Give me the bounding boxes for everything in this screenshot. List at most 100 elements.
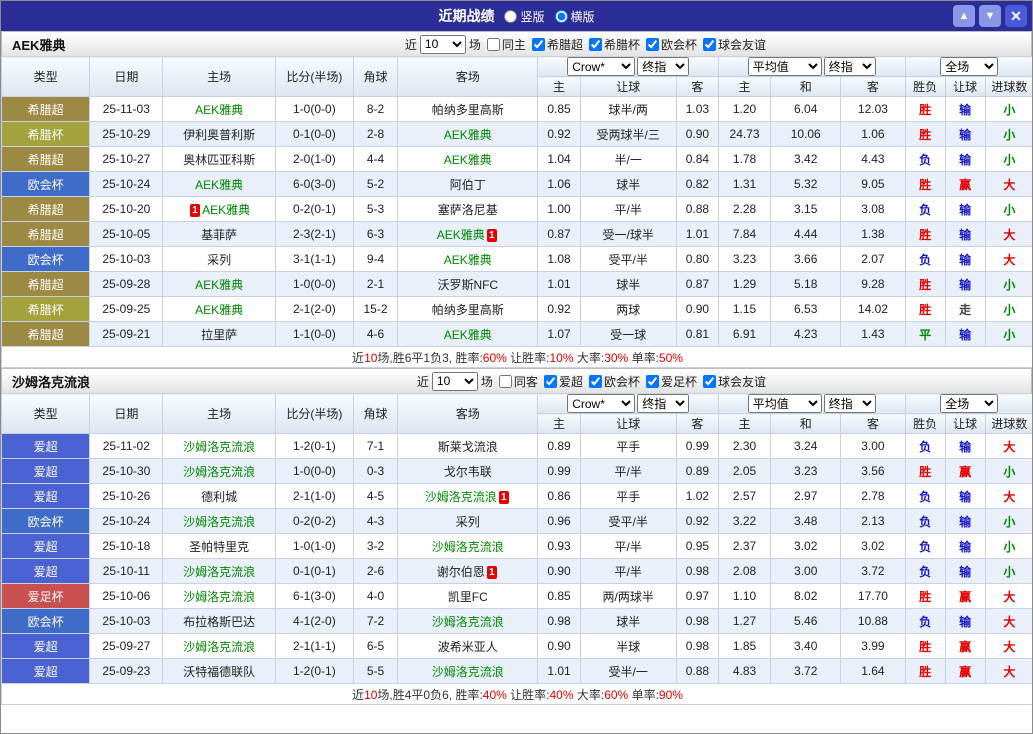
match-row: 希腊超 25-11-03 AEK雅典 1-0(0-0) 8-2 帕纳多里高斯 0.85 球半/… <box>1 96 1032 122</box>
odds-away: 0.98 <box>675 558 719 584</box>
match-row: 欧会杯 25-10-03 布拉格斯巴达 4-1(2-0) 7-2 沙姆洛克流浪 0.98 球半… <box>1 608 1032 634</box>
col-header-main-2: 主场 <box>162 393 276 434</box>
match-count-select[interactable]: 10 <box>431 371 478 391</box>
league-filter-2[interactable]: 欧会杯 <box>642 36 697 53</box>
match-date: 25-10-03 <box>89 246 164 272</box>
league-badge: 爱超 <box>1 458 91 484</box>
odds-home: 1.01 <box>537 271 581 297</box>
result-winloss: 胜 <box>904 458 946 484</box>
team-name: 德利城 <box>201 489 238 504</box>
layout-radio-horizontal[interactable]: 横版 <box>554 8 595 25</box>
match-date: 25-10-18 <box>89 533 164 559</box>
col-header-avg-2: 客 <box>840 76 906 97</box>
match-count-select[interactable]: 10 <box>419 34 466 54</box>
avg-home: 1.78 <box>717 146 772 172</box>
result-winloss: 胜 <box>904 121 946 147</box>
odds-away: 0.98 <box>675 633 719 659</box>
result-winloss: 胜 <box>904 633 946 659</box>
odds-away: 0.99 <box>675 433 719 459</box>
same-venue-filter[interactable]: 同主 <box>483 36 526 53</box>
avg-home: 1.29 <box>717 271 772 297</box>
league-filter-2[interactable]: 爱足杯 <box>642 373 697 390</box>
avg-selects-cell: 平均值 终指 <box>717 56 906 77</box>
score-cell: 6-1(3-0) <box>274 583 354 609</box>
league-filter-0-checkbox[interactable] <box>531 37 545 51</box>
scope-select[interactable]: 全场 <box>940 394 999 413</box>
odds-home: 1.07 <box>537 321 581 347</box>
team-name: 戈尔韦联 <box>443 464 492 479</box>
average-select[interactable]: 平均值 <box>747 394 822 413</box>
down-arrow-icon: ▼ <box>984 10 996 22</box>
layout-radio-vertical[interactable]: 竖版 <box>504 8 545 25</box>
result-winloss: 负 <box>904 483 946 509</box>
league-filter-0-checkbox[interactable] <box>543 374 557 388</box>
final-odds-select[interactable]: 终指 <box>637 394 690 413</box>
league-filter-2-checkbox[interactable] <box>645 374 659 388</box>
bookmaker-select[interactable]: Crow* <box>567 57 636 76</box>
odds-away: 1.01 <box>675 221 719 247</box>
col-header-odds-1: 让球 <box>579 413 677 434</box>
close-button[interactable]: ✕ <box>1005 5 1027 27</box>
same-venue-filter[interactable]: 同客 <box>495 373 538 390</box>
corner-cell: 8-2 <box>352 96 399 122</box>
result-handicap: 赢 <box>944 633 986 659</box>
result-handicap: 输 <box>944 246 986 272</box>
avg-away: 1.64 <box>840 658 906 684</box>
match-row: 欧会杯 25-10-24 AEK雅典 6-0(3-0) 5-2 阿伯丁 1.06 球半 0.82… <box>1 171 1032 197</box>
odds-selects-cell: Crow* 终指 <box>537 393 719 414</box>
same-venue-filter-checkbox[interactable] <box>498 374 512 388</box>
layout-radio-vertical-input[interactable] <box>504 9 518 23</box>
scroll-up-button[interactable]: ▲ <box>953 5 975 27</box>
layout-radio-horizontal-input[interactable] <box>554 9 568 23</box>
col-header-avg-2: 客 <box>840 413 906 434</box>
league-filter-1[interactable]: 希腊杯 <box>585 36 640 53</box>
league-filter-1-checkbox[interactable] <box>588 37 602 51</box>
team-sections: AEK雅典近 10 场同主 希腊超 希腊杯 欧会杯 球会友谊 类型 日期 主场 比分(半场) 角球 客场… <box>1 31 1032 705</box>
away-team-cell: AEK雅典 <box>397 246 539 272</box>
league-filter-3-checkbox[interactable] <box>702 374 716 388</box>
league-filter-0[interactable]: 爱超 <box>540 373 583 390</box>
league-filter-3-checkbox[interactable] <box>702 37 716 51</box>
col-header-odds-0: 主 <box>537 76 581 97</box>
odds-home: 0.98 <box>537 608 581 634</box>
result-goals: 小 <box>984 121 1032 147</box>
final-avg-select[interactable]: 终指 <box>823 394 876 413</box>
league-filter-1-checkbox[interactable] <box>588 374 602 388</box>
odds-away: 0.82 <box>675 171 719 197</box>
final-odds-select[interactable]: 终指 <box>637 57 690 76</box>
result-winloss: 胜 <box>904 221 946 247</box>
scroll-down-button[interactable]: ▼ <box>979 5 1001 27</box>
col-header-result-1: 让球 <box>944 76 986 97</box>
league-badge: 希腊超 <box>1 271 91 297</box>
match-row: 爱超 25-10-11 沙姆洛克流浪 0-1(0-1) 2-6 谢尔伯恩 1 0.90 平/半 0… <box>1 558 1032 584</box>
match-row: 爱超 25-09-23 沃特福德联队 1-2(0-1) 5-5 沙姆洛克流浪 1.01 受半/… <box>1 658 1032 684</box>
league-filter-0[interactable]: 希腊超 <box>528 36 583 53</box>
league-filter-3[interactable]: 球会友谊 <box>699 373 766 390</box>
team-name: 阿伯丁 <box>449 177 486 192</box>
match-date: 25-10-29 <box>89 121 164 147</box>
team-name: 采列 <box>207 252 232 267</box>
match-date: 25-09-21 <box>89 321 164 347</box>
final-avg-select[interactable]: 终指 <box>823 57 876 76</box>
same-venue-filter-label: 同主 <box>501 37 526 52</box>
recent-results-window: 近期战绩 竖版 横版 ▲ ▼ ✕ AEK雅典近 10 场同主 希腊超 希腊杯 欧会杯 球会友… <box>0 0 1033 734</box>
league-filter-3[interactable]: 球会友谊 <box>699 36 766 53</box>
bookmaker-select[interactable]: Crow* <box>567 394 636 413</box>
team-name: 帕纳多里高斯 <box>431 302 504 317</box>
home-team-cell: 圣帕特里克 <box>162 533 276 559</box>
result-winloss: 负 <box>904 196 946 222</box>
table-head: 类型 日期 主场 比分(半场) 角球 客场 Crow* 终指 平均值 终指 全场主让球客主和客胜负让… <box>1 56 1032 97</box>
score-cell: 3-1(1-1) <box>274 246 354 272</box>
league-filter-1[interactable]: 欧会杯 <box>585 373 640 390</box>
same-venue-filter-checkbox[interactable] <box>486 37 500 51</box>
league-filter-2-checkbox[interactable] <box>645 37 659 51</box>
scope-select[interactable]: 全场 <box>940 57 999 76</box>
team-name: AEK雅典 <box>443 152 492 167</box>
away-team-cell: 帕纳多里高斯 <box>397 296 539 322</box>
summary-segment: 50% <box>658 350 683 365</box>
col-header-main-0: 类型 <box>1 56 91 97</box>
team-name: 圣帕特里克 <box>189 539 250 554</box>
average-select[interactable]: 平均值 <box>747 57 822 76</box>
away-team-cell: 沙姆洛克流浪 1 <box>397 483 539 509</box>
home-team-cell: 沙姆洛克流浪 <box>162 433 276 459</box>
